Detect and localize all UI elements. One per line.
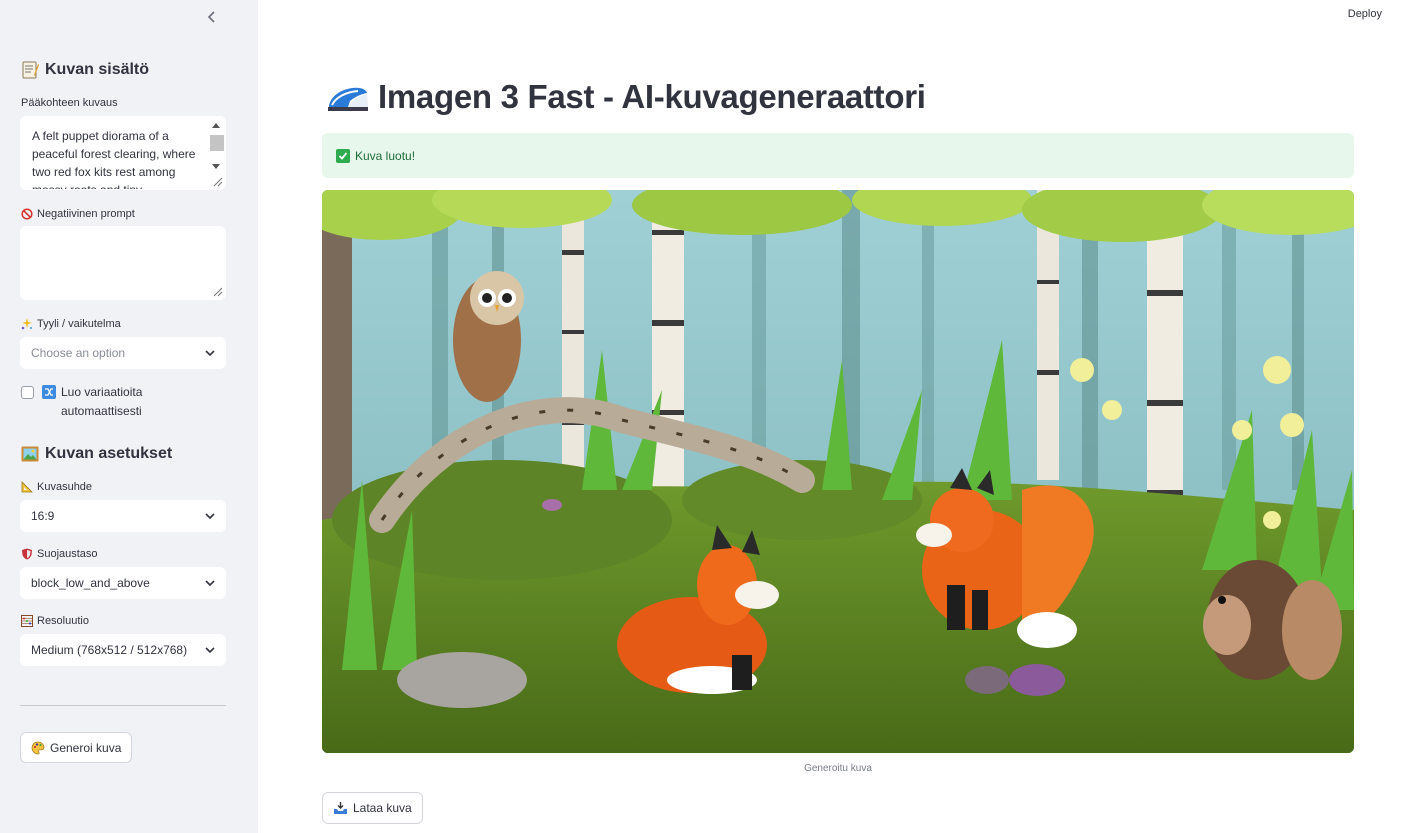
negative-prompt-textarea[interactable] (20, 226, 226, 300)
section-settings-heading: Kuvan asetukset (21, 445, 172, 463)
variations-label: Luo variaatioita automaattisesti (42, 383, 181, 421)
resolution-label-text: Resoluutio (37, 615, 89, 627)
sparkles-icon (21, 318, 32, 330)
triangular-ruler-icon (21, 481, 33, 493)
memo-icon (21, 61, 39, 79)
resize-grip-icon[interactable] (211, 175, 223, 187)
scroll-up-arrow-icon[interactable] (212, 123, 220, 128)
scroll-down-arrow-icon[interactable] (212, 164, 220, 169)
resolution-label: Resoluutio (21, 615, 89, 627)
page-title: Imagen 3 Fast - AI-kuvageneraattori (326, 78, 926, 116)
aspect-label: Kuvasuhde (21, 481, 92, 493)
generated-image (322, 190, 1354, 753)
section-content-heading: Kuvan sisältö (21, 61, 149, 79)
download-button[interactable]: Lataa kuva (322, 792, 423, 824)
negative-prompt-text (21, 227, 225, 237)
safety-select[interactable]: block_low_and_above (20, 567, 226, 599)
inbox-tray-icon (334, 802, 347, 814)
aspect-select-value: 16:9 (31, 509, 55, 523)
safety-select-value: block_low_and_above (31, 576, 150, 590)
section-settings-title: Kuvan asetukset (45, 445, 173, 462)
deploy-button[interactable]: Deploy (1348, 8, 1382, 20)
chevron-down-icon (205, 350, 215, 357)
palette-icon (31, 741, 45, 754)
negative-prompt-label: Negatiivinen prompt (21, 208, 135, 220)
main-subject-textarea[interactable]: A felt puppet diorama of a peaceful fore… (20, 116, 226, 190)
sidebar: Kuvan sisältö Pääkohteen kuvaus A felt p… (0, 0, 258, 833)
aspect-select[interactable]: 16:9 (20, 500, 226, 532)
chevron-down-icon (205, 647, 215, 654)
safety-label-text: Suojaustaso (37, 548, 98, 560)
style-select[interactable]: Choose an option (20, 337, 226, 369)
style-label: Tyyli / vaikutelma (21, 318, 121, 330)
main-subject-label-text: Pääkohteen kuvaus (21, 97, 118, 109)
textarea-scrollbar[interactable] (209, 119, 224, 173)
style-select-placeholder: Choose an option (31, 346, 126, 360)
main-subject-text: A felt puppet diorama of a peaceful fore… (32, 129, 196, 190)
variations-checkbox[interactable] (21, 386, 34, 399)
success-message: Kuva luotu! (355, 148, 416, 163)
resize-grip-icon[interactable] (211, 285, 223, 297)
download-button-label: Lataa kuva (353, 801, 412, 815)
chevron-left-icon (207, 11, 215, 23)
prohibited-icon (21, 208, 33, 220)
scroll-thumb[interactable] (210, 135, 224, 151)
resolution-select-value: Medium (768x512 / 512x768) (31, 643, 188, 657)
section-content-title: Kuvan sisältö (45, 61, 150, 78)
aspect-label-text: Kuvasuhde (37, 481, 93, 493)
success-alert: Kuva luotu! (322, 133, 1354, 178)
collapse-sidebar-button[interactable] (203, 8, 221, 26)
generate-button-label: Generoi kuva (50, 740, 122, 755)
main-subject-label: Pääkohteen kuvaus (21, 97, 118, 109)
page-title-text: Imagen 3 Fast - AI-kuvageneraattori (378, 78, 926, 115)
resolution-select[interactable]: Medium (768x512 / 512x768) (20, 634, 226, 666)
image-caption: Generoitu kuva (804, 763, 872, 774)
safety-label: Suojaustaso (21, 548, 98, 560)
shuffle-icon (42, 385, 56, 399)
sidebar-divider (20, 705, 226, 706)
shoe-icon (328, 87, 368, 111)
style-label-text: Tyyli / vaikutelma (37, 318, 121, 330)
chevron-down-icon (205, 580, 215, 587)
generated-image-picture (322, 190, 1354, 753)
variations-checkbox-row[interactable]: Luo variaatioita automaattisesti (21, 383, 181, 421)
abacus-icon (21, 615, 33, 627)
shield-icon (22, 548, 32, 560)
negative-prompt-label-text: Negatiivinen prompt (37, 208, 135, 220)
variations-label-text: Luo variaatioita automaattisesti (61, 385, 143, 418)
framed-picture-icon (21, 445, 39, 463)
chevron-down-icon (205, 513, 215, 520)
check-mark-icon (336, 148, 350, 163)
generate-button[interactable]: Generoi kuva (20, 732, 133, 763)
